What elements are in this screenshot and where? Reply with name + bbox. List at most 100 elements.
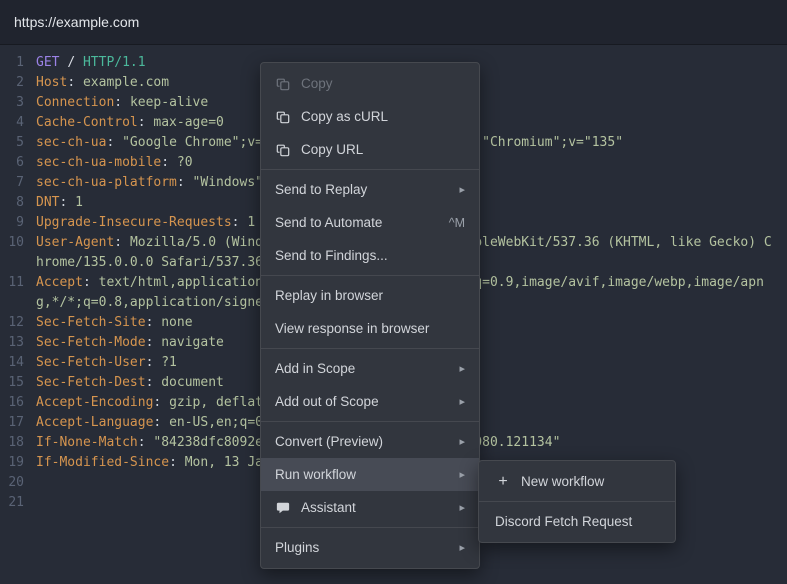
app-window: https://example.com 1 GET / HTTP/1.1 2 Host… (0, 0, 787, 584)
token-punct: : (106, 135, 123, 150)
token-hname: Sec-Fetch-User (36, 355, 146, 370)
line-number: 6 (16, 155, 24, 170)
token-hname: Cache-Control (36, 115, 138, 130)
token-value: keep-alive (129, 95, 209, 110)
token-punct: : (176, 175, 193, 190)
token-value: none (161, 315, 193, 330)
shortcut-label: ^M (448, 215, 465, 230)
menu-item-label: Plugins (275, 540, 320, 555)
url-text: https://example.com (14, 14, 140, 30)
menu-item-run-workflow[interactable]: Run workflow ▸ (261, 458, 479, 491)
token-punct: : (114, 95, 130, 110)
copy-icon (275, 143, 291, 157)
chevron-right-icon: ▸ (459, 184, 465, 196)
menu-item-label: Copy URL (301, 142, 364, 157)
menu-item-label: Send to Findings... (275, 248, 388, 263)
line-number: 14 (8, 355, 24, 370)
token-punct: : (145, 315, 162, 330)
menu-item-send-to-findings[interactable]: Send to Findings... (261, 239, 479, 272)
menu-item-label: Run workflow (275, 467, 357, 482)
token-hname: Sec-Fetch-Dest (36, 375, 146, 390)
token-punct: : (145, 335, 162, 350)
menu-item-view-response-in-browser[interactable]: View response in browser (261, 312, 479, 345)
copy-icon (275, 77, 291, 91)
menu-divider (261, 169, 479, 170)
menu-item-add-in-scope[interactable]: Add in Scope ▸ (261, 352, 479, 385)
token-value: document (161, 375, 224, 390)
token-hname: Host (36, 75, 68, 90)
menu-item-copy-as-curl[interactable]: Copy as cURL (261, 100, 479, 133)
menu-item-label: New workflow (521, 474, 605, 489)
token-value: 1 (247, 215, 256, 230)
menu-divider (261, 275, 479, 276)
line-number: 9 (16, 215, 24, 230)
menu-item-send-to-replay[interactable]: Send to Replay ▸ (261, 173, 479, 206)
menu-divider (261, 527, 479, 528)
line-number: 19 (8, 455, 24, 470)
menu-item-replay-in-browser[interactable]: Replay in browser (261, 279, 479, 312)
token-punct: : (82, 275, 99, 290)
menu-item-new-workflow[interactable]: + New workflow (479, 465, 675, 498)
url-bar[interactable]: https://example.com (0, 0, 787, 45)
token-hname: If-None-Match (36, 435, 138, 450)
line-number: 4 (16, 115, 24, 130)
line-number: 2 (16, 75, 24, 90)
menu-item-label: Discord Fetch Request (495, 514, 633, 529)
line-number: 12 (8, 315, 24, 330)
line-number: 21 (8, 495, 24, 510)
workflow-submenu: + New workflow Discord Fetch Request (478, 460, 676, 543)
menu-item-label: Add in Scope (275, 361, 356, 376)
chevron-right-icon: ▸ (459, 396, 465, 408)
menu-item-convert-preview[interactable]: Convert (Preview) ▸ (261, 425, 479, 458)
menu-item-add-out-of-scope[interactable]: Add out of Scope ▸ (261, 385, 479, 418)
token-hname: sec-ch-ua (36, 135, 107, 150)
token-value: ?1 (161, 355, 177, 370)
token-hname: sec-ch-ua-mobile (36, 155, 162, 170)
menu-item-copy[interactable]: Copy (261, 67, 479, 100)
token-value: "Windows" (192, 175, 263, 190)
token-punct: : (169, 455, 185, 470)
token-punct: : (137, 435, 154, 450)
line-number: 20 (8, 475, 24, 490)
menu-item-label: View response in browser (275, 321, 430, 336)
menu-item-label: Send to Automate (275, 215, 383, 230)
token-punct: : (59, 195, 76, 210)
token-punct: : (114, 235, 130, 250)
token-hname: Accept-Encoding (36, 395, 154, 410)
token-punct: : (231, 215, 248, 230)
token-hname: If-Modified-Since (36, 455, 170, 470)
token-value: 1 (75, 195, 83, 210)
token-punct: : (153, 415, 170, 430)
chevron-right-icon: ▸ (459, 436, 465, 448)
token-hname: DNT (36, 195, 60, 210)
menu-item-plugins[interactable]: Plugins ▸ (261, 531, 479, 564)
menu-item-label: Add out of Scope (275, 394, 379, 409)
line-number: 7 (16, 175, 24, 190)
line-number: 10 (8, 235, 24, 250)
copy-icon (275, 110, 291, 124)
token-value: max-age=0 (153, 115, 224, 130)
line-number: 5 (16, 135, 24, 150)
assistant-icon (275, 501, 291, 515)
token-punct: : (67, 75, 83, 90)
menu-item-send-to-automate[interactable]: Send to Automate ^M (261, 206, 479, 239)
line-number: 1 (16, 55, 24, 70)
menu-item-label: Copy (301, 76, 333, 91)
plus-icon: + (495, 473, 511, 490)
menu-item-label: Send to Replay (275, 182, 368, 197)
menu-item-copy-url[interactable]: Copy URL (261, 133, 479, 166)
menu-divider (479, 501, 675, 502)
token-punct: : (145, 355, 162, 370)
line-number: 16 (8, 395, 24, 410)
menu-item-label: Convert (Preview) (275, 434, 384, 449)
menu-item-assistant[interactable]: Assistant ▸ (261, 491, 479, 524)
menu-item-discord-fetch-request[interactable]: Discord Fetch Request (479, 505, 675, 538)
token-version: HTTP/1.1 (82, 55, 146, 70)
context-menu: Copy Copy as cURL Copy URL Send to Replay ▸ S… (260, 62, 480, 569)
menu-item-label: Assistant (301, 500, 356, 515)
token-hname: User-Agent (36, 235, 115, 250)
menu-item-label: Copy as cURL (301, 109, 389, 124)
chevron-right-icon: ▸ (459, 502, 465, 514)
token-value: navigate (161, 335, 224, 350)
